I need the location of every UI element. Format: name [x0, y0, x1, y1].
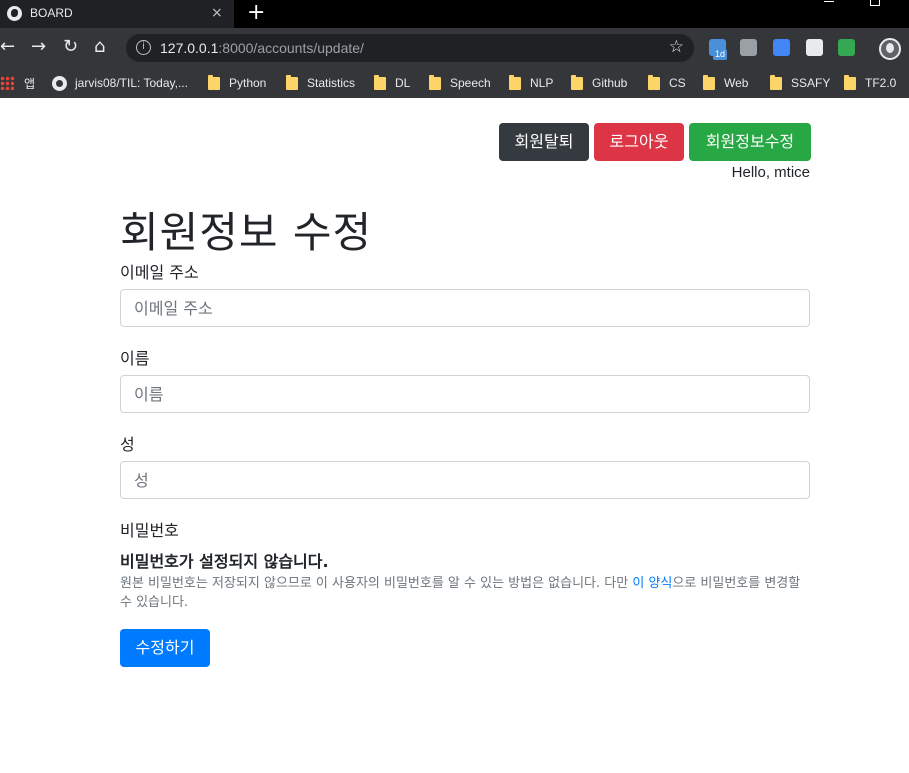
- folder-icon: [703, 74, 715, 90]
- submit-button[interactable]: 수정하기: [120, 629, 210, 667]
- apps-icon: [0, 76, 14, 90]
- folder-icon: [770, 74, 782, 90]
- forward-arrow-icon[interactable]: →: [31, 36, 46, 58]
- email-field[interactable]: [120, 289, 810, 327]
- account-actions: 회원탈퇴 로그아웃 회원정보수정: [499, 123, 811, 161]
- bookmark-cs[interactable]: CS: [648, 73, 686, 93]
- folder-icon: [374, 74, 386, 90]
- password-help-text: 원본 비밀번호는 저장되지 않으므로 이 사용자의 비밀번호를 알 수 있는 방…: [120, 576, 801, 610]
- reload-icon[interactable]: ↻: [63, 36, 78, 58]
- close-tab-icon[interactable]: ×: [211, 4, 223, 22]
- home-icon[interactable]: ⌂: [94, 36, 105, 58]
- greeting-text: Hello, mtice: [731, 164, 810, 181]
- last-name-label: 성: [120, 435, 135, 454]
- password-label: 비밀번호: [120, 521, 179, 540]
- folder-icon: [286, 74, 298, 90]
- bookmarks-bar: 앱 jarvis08/TIL: Today,... Python Statist…: [0, 68, 909, 98]
- withdraw-button[interactable]: 회원탈퇴: [499, 123, 589, 161]
- folder-icon: [208, 74, 220, 90]
- browser-tab[interactable]: BOARD ×: [0, 0, 234, 28]
- maximize-window-icon[interactable]: [870, 0, 880, 6]
- bookmark-star-icon[interactable]: ☆: [669, 37, 684, 57]
- url-text[interactable]: 127.0.0.1:8000/accounts/update/: [160, 40, 364, 56]
- info-icon[interactable]: i: [136, 40, 151, 55]
- bookmark-statistics[interactable]: Statistics: [286, 73, 355, 93]
- bookmark-tf2[interactable]: TF2.0: [844, 73, 896, 93]
- translate-extension-icon[interactable]: [773, 39, 790, 56]
- bookmark-github[interactable]: Github: [571, 73, 627, 93]
- bookmark-dl[interactable]: DL: [374, 73, 410, 93]
- page-title: 회원정보 수정: [120, 208, 373, 257]
- first-name-field[interactable]: [120, 375, 810, 413]
- edit-profile-button[interactable]: 회원정보수정: [689, 123, 811, 161]
- tab-title: BOARD: [30, 6, 73, 20]
- github-icon: [52, 75, 67, 91]
- folder-icon: [844, 74, 856, 90]
- password-change-link[interactable]: 이 양식: [632, 576, 672, 591]
- folder-icon: [648, 74, 660, 90]
- logout-button[interactable]: 로그아웃: [594, 123, 684, 161]
- folder-icon: [429, 74, 441, 90]
- bookmark-python[interactable]: Python: [208, 73, 266, 93]
- email-label: 이메일 주소: [120, 263, 199, 282]
- globe-icon: [7, 6, 22, 21]
- back-arrow-icon[interactable]: ←: [0, 36, 15, 58]
- bookmark-ssafy[interactable]: SSAFY: [770, 73, 830, 93]
- bookmark-speech[interactable]: Speech: [429, 73, 491, 93]
- folder-icon: [571, 74, 583, 90]
- new-tab-button[interactable]: +: [247, 1, 265, 25]
- folder-icon: [509, 74, 521, 90]
- browser-toolbar: ← → ↻ ⌂ i 127.0.0.1:8000/accounts/update…: [0, 28, 909, 68]
- mail-extension-icon[interactable]: [740, 39, 757, 56]
- bookmark-web[interactable]: Web: [703, 73, 748, 93]
- profile-avatar[interactable]: [879, 38, 901, 60]
- bookmark-nlp[interactable]: NLP: [509, 73, 553, 93]
- tab-strip: BOARD × +: [0, 0, 909, 28]
- last-name-field[interactable]: [120, 461, 810, 499]
- bookmark-til[interactable]: jarvis08/TIL: Today,...: [52, 73, 188, 93]
- first-name-label: 이름: [120, 349, 150, 368]
- address-bar[interactable]: i 127.0.0.1:8000/accounts/update/ ☆: [126, 34, 694, 62]
- notion-extension-icon[interactable]: [806, 39, 823, 56]
- password-status: 비밀번호가 설정되지 않습니다.: [120, 552, 329, 571]
- minimize-window-icon[interactable]: [824, 1, 834, 2]
- extension-badge: 1d: [713, 49, 728, 60]
- checklist-extension-icon[interactable]: [838, 39, 855, 56]
- bookmark-apps[interactable]: 앱: [0, 73, 35, 93]
